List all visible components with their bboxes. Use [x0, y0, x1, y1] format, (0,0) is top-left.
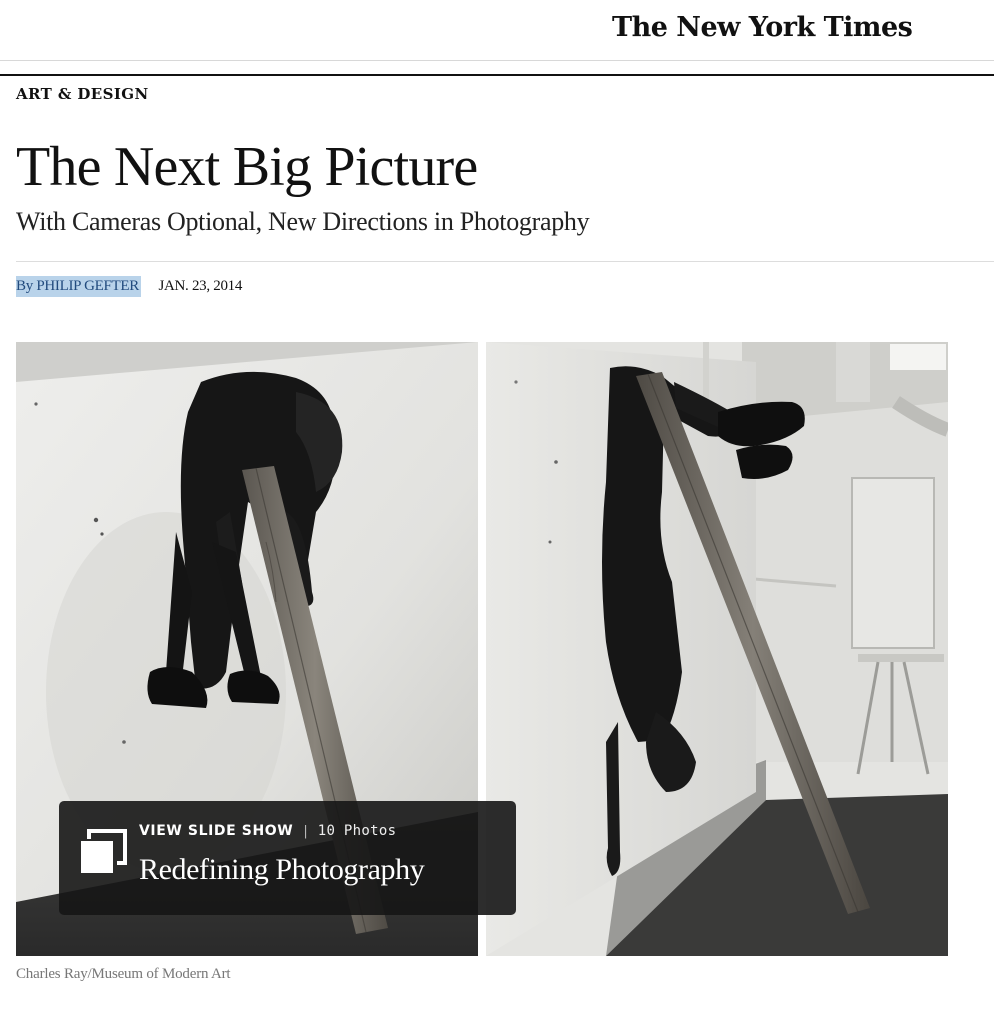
slideshow-title: Redefining Photography — [139, 853, 425, 886]
nyt-logo[interactable]: The New York Times — [612, 12, 913, 43]
article-summary: With Cameras Optional, New Directions in… — [16, 207, 590, 236]
slideshow-meta: VIEW SLIDE SHOW | 10 Photos — [139, 823, 396, 839]
photo-count: 10 Photos — [317, 823, 397, 839]
author-highlight: By PHILIP GEFTER — [16, 276, 141, 297]
meta-separator: | — [303, 824, 308, 839]
author-name: PHILIP GEFTER — [36, 278, 139, 294]
view-slideshow-button[interactable]: VIEW SLIDE SHOW | 10 Photos Redefining Pho… — [59, 801, 516, 915]
article-headline: The Next Big Picture — [16, 136, 478, 198]
view-slideshow-label: VIEW SLIDE SHOW — [139, 823, 294, 839]
slideshow-icon — [79, 827, 127, 875]
photo-credit: Charles Ray/Museum of Modern Art — [16, 966, 231, 982]
publish-date: JAN. 23, 2014 — [158, 278, 243, 294]
masthead: The New York Times — [0, 0, 994, 61]
section-label[interactable]: ART & DESIGN — [16, 85, 149, 103]
slideshow-photo-right[interactable] — [486, 342, 948, 956]
photo-right-artwork — [486, 342, 948, 956]
byline-rule — [16, 261, 994, 262]
byline: By PHILIP GEFTER JAN. 23, 2014 — [16, 274, 242, 298]
section-rule — [0, 74, 994, 76]
byline-prefix: By — [16, 278, 33, 294]
slideshow-icon-shape — [81, 829, 127, 873]
author-link[interactable]: By PHILIP GEFTER — [16, 278, 139, 294]
